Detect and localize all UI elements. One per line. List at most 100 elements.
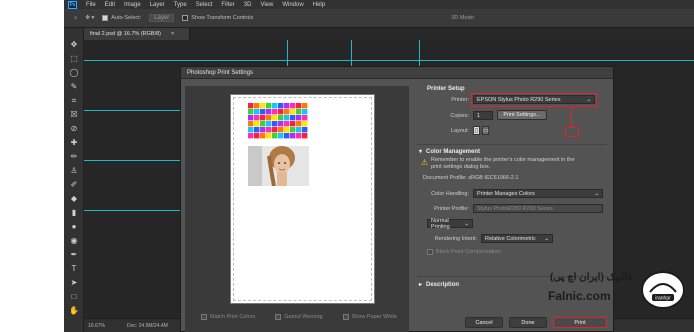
cube-tile — [302, 103, 308, 109]
document-tab[interactable]: final 2.psd @ 16.7% (RGB/8) × — [84, 28, 190, 40]
normal-printing-select[interactable]: Normal Printing ⌄ — [427, 217, 473, 230]
auto-select-option[interactable]: Auto-Select: — [102, 15, 141, 21]
history-brush-tool-icon[interactable]: ✐ — [69, 180, 79, 190]
menu-image[interactable]: Image — [124, 2, 141, 8]
copies-value: 1 — [477, 112, 481, 119]
section-divider — [417, 144, 607, 145]
show-paper-white-checkbox[interactable] — [342, 314, 349, 320]
print-preview — [185, 86, 409, 332]
hand-tool-icon[interactable]: ✋ — [69, 306, 79, 316]
cube-tile — [260, 103, 266, 109]
color-management-header[interactable]: ▾ Color Management — [419, 148, 480, 156]
brush-tool-icon[interactable]: ✏ — [69, 152, 79, 162]
print-button[interactable]: Print — [553, 317, 607, 328]
description-header[interactable]: ▸ Description — [419, 281, 460, 289]
printer-profile-select[interactable]: Stylus PhotoR260 R290 Series — [473, 204, 603, 213]
pen-tool-icon[interactable]: ✒ — [69, 250, 79, 260]
match-print-colors-label: Match Print Colors — [210, 314, 256, 320]
done-button[interactable]: Done — [509, 317, 547, 328]
auto-select-dropdown[interactable]: Layer — [149, 14, 175, 22]
crop-tool-icon[interactable]: ⌗ — [69, 96, 79, 106]
portrait-layout-icon[interactable]: ▯ — [473, 126, 480, 135]
menu-view[interactable]: View — [260, 2, 273, 8]
close-tab-icon[interactable]: × — [171, 31, 174, 37]
healing-brush-tool-icon[interactable]: ✚ — [69, 138, 79, 148]
cube-tile — [248, 127, 254, 133]
printer-setup-title: Printer Setup — [427, 86, 465, 92]
options-bar: ⌂ ✥ ▾ Auto-Select: Layer Show Transform … — [64, 9, 694, 28]
normal-printing-value: Normal Printing — [431, 217, 450, 230]
copies-input[interactable]: 1 — [473, 111, 493, 120]
cube-tile — [260, 127, 266, 133]
dodge-tool-icon[interactable]: ◉ — [69, 236, 79, 246]
printer-label: Printer: — [451, 97, 469, 103]
home-icon[interactable]: ⌂ — [74, 15, 77, 21]
show-paper-white-option[interactable]: Show Paper White — [342, 314, 397, 320]
cube-tile — [254, 121, 260, 127]
menu-edit[interactable]: Edit — [105, 2, 115, 8]
zoom-level[interactable]: 16.67% — [88, 323, 105, 329]
cube-tile — [290, 133, 296, 139]
path-select-tool-icon[interactable]: ➤ — [69, 278, 79, 288]
watermark: فالنیک (ایران اچ پی) Falnic.com iranhpr — [538, 270, 694, 314]
menu-help[interactable]: Help — [313, 2, 325, 8]
landscape-layout-icon[interactable]: ▭ — [482, 126, 489, 135]
cube-tile — [290, 121, 296, 127]
match-print-colors-option[interactable]: Match Print Colors — [201, 314, 255, 320]
description-title: Description — [426, 281, 460, 288]
mode-3d-label: 3D Mode: — [451, 15, 476, 21]
color-handling-select[interactable]: Printer Manages Colors ⌄ — [473, 189, 603, 198]
clone-stamp-tool-icon[interactable]: ♙ — [69, 166, 79, 176]
cube-tile — [266, 121, 272, 127]
cube-tile — [290, 103, 296, 109]
menu-file[interactable]: File — [86, 2, 96, 8]
menu-window[interactable]: Window — [282, 2, 303, 8]
cube-tile — [290, 115, 296, 121]
marquee-tool-icon[interactable]: ⬚ — [69, 54, 79, 64]
rendering-intent-select[interactable]: Relative Colorimetric ⌄ — [481, 234, 553, 243]
cube-tile — [272, 121, 278, 127]
rendering-intent-label: Rendering Intent: — [434, 236, 477, 242]
print-settings-button[interactable]: Print Settings... — [497, 110, 547, 120]
cube-tile — [296, 115, 302, 121]
frame-tool-icon[interactable]: ☒ — [69, 110, 79, 120]
gradient-tool-icon[interactable]: ▮ — [69, 208, 79, 218]
document-tab-title: final 2.psd @ 16.7% (RGB/8) — [90, 31, 162, 37]
gamut-warning-label: Gamut Warning — [284, 314, 323, 320]
show-transform-option[interactable]: Show Transform Controls — [182, 15, 253, 21]
chevron-right-icon: ▸ — [419, 282, 423, 288]
cube-tile — [278, 103, 284, 109]
guide-horizontal — [84, 60, 694, 61]
eyedropper-tool-icon[interactable]: ⊘ — [69, 124, 79, 134]
cube-tile — [302, 127, 308, 133]
show-transform-checkbox[interactable] — [182, 15, 189, 21]
move-tool-icon[interactable]: ✥ — [69, 40, 79, 50]
print-label: Print — [574, 319, 586, 326]
auto-select-checkbox[interactable] — [102, 15, 109, 21]
menu-filter[interactable]: Filter — [221, 2, 234, 8]
match-print-colors-checkbox[interactable] — [201, 314, 207, 320]
menu-type[interactable]: Type — [174, 2, 187, 8]
cube-tile — [266, 133, 272, 139]
gamut-warning-checkbox[interactable] — [275, 314, 282, 320]
move-tool-icon[interactable]: ✥ ▾ — [85, 15, 94, 21]
menu-layer[interactable]: Layer — [150, 2, 165, 8]
menu-select[interactable]: Select — [196, 2, 213, 8]
type-tool-icon[interactable]: T — [69, 264, 79, 274]
menu-3d[interactable]: 3D — [244, 2, 252, 8]
cancel-button[interactable]: Cancel — [465, 317, 503, 328]
warning-icon: ⚠ — [421, 158, 429, 167]
lasso-tool-icon[interactable]: ◯ — [69, 68, 79, 78]
gamut-warning-option[interactable]: Gamut Warning — [275, 314, 323, 320]
cube-tile — [266, 103, 272, 109]
blur-tool-icon[interactable]: ● — [69, 222, 79, 232]
quick-select-tool-icon[interactable]: ✎ — [69, 82, 79, 92]
black-point-checkbox[interactable] — [427, 249, 433, 255]
cube-tile — [272, 133, 278, 139]
layout-label: Layout: — [450, 128, 469, 134]
black-point-option[interactable]: Black Point Compensation — [427, 249, 501, 255]
eraser-tool-icon[interactable]: ◆ — [69, 194, 79, 204]
cube-tile — [278, 109, 284, 115]
cube-tile — [272, 115, 278, 121]
rectangle-tool-icon[interactable]: □ — [69, 292, 79, 302]
